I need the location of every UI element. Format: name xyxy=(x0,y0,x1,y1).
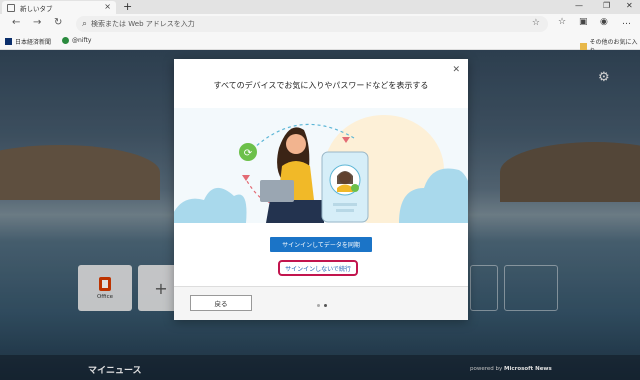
dialog-title: すべてのデバイスでお気に入りやパスワードなどを表示する xyxy=(213,81,429,90)
tab-new[interactable]: 新しいタブ × xyxy=(2,1,116,14)
continue-without-sign-in-link[interactable]: サインインしないで続行 xyxy=(278,260,358,276)
page-dot-1 xyxy=(317,304,320,307)
cloud-left xyxy=(174,188,247,223)
sign-in-sync-button[interactable]: サインインしてデータを同期 xyxy=(270,237,372,252)
window-close-icon[interactable]: ✕ xyxy=(626,1,633,10)
back-arrow-icon[interactable]: ← xyxy=(12,17,20,28)
collections-icon[interactable]: ▣ xyxy=(579,17,588,27)
dialog-footer: 戻る xyxy=(174,286,468,320)
address-bar[interactable]: ⌕ 検索または Web アドレスを入力 ☆ xyxy=(76,16,548,32)
tab-title: 新しいタブ xyxy=(20,4,53,13)
tab-bar: 新しいタブ × + — ❐ ✕ xyxy=(0,0,640,14)
illustration-graphic: ⟳ xyxy=(174,115,468,223)
favorite-label: 日本経済新聞 xyxy=(15,39,52,46)
address-placeholder: 検索または Web アドレスを入力 xyxy=(91,20,195,28)
favorites-list-icon[interactable]: ☆ xyxy=(558,17,566,27)
nikkei-icon xyxy=(5,38,12,45)
favorite-item-nikkei[interactable]: 日本経済新聞 xyxy=(5,37,51,46)
new-tab-button[interactable]: + xyxy=(123,0,132,13)
refresh-icon[interactable]: ↻ xyxy=(54,17,62,28)
forward-arrow-icon[interactable]: → xyxy=(33,17,41,28)
laptop xyxy=(260,180,294,202)
woman-face xyxy=(286,134,306,154)
favorite-item-nifty[interactable]: @nifty xyxy=(62,37,91,44)
woman-legs xyxy=(266,200,324,223)
favorite-star-icon[interactable]: ☆ xyxy=(532,18,540,28)
more-menu-icon[interactable]: … xyxy=(622,17,631,27)
search-icon: ⌕ xyxy=(82,19,88,29)
close-icon[interactable]: ✕ xyxy=(452,65,460,75)
folder-icon xyxy=(580,42,587,50)
profile-icon[interactable]: ◉ xyxy=(600,17,608,27)
minimize-icon[interactable]: — xyxy=(575,1,583,10)
svg-text:⟳: ⟳ xyxy=(244,148,253,159)
navigation-bar: ← → ↻ ⌕ 検索または Web アドレスを入力 ☆ ☆ ▣ ◉ … xyxy=(0,14,640,34)
phone-sync-badge xyxy=(351,184,359,192)
arrow-head xyxy=(242,175,250,181)
maximize-icon[interactable]: ❐ xyxy=(603,1,610,10)
sign-in-dialog: ✕ すべてのデバイスでお気に入りやパスワードなどを表示する ⟳ サインインしてデ… xyxy=(174,59,468,320)
page-dot-2 xyxy=(324,304,327,307)
page-icon xyxy=(7,3,15,12)
sync-illustration: ⟳ xyxy=(174,108,468,223)
favorite-label: @nifty xyxy=(72,37,92,44)
nifty-icon xyxy=(62,37,69,44)
tab-close-icon[interactable]: × xyxy=(104,2,111,11)
back-button[interactable]: 戻る xyxy=(190,295,252,311)
favorites-bar: 日本経済新聞 @nifty その他のお気に入り xyxy=(0,34,640,55)
